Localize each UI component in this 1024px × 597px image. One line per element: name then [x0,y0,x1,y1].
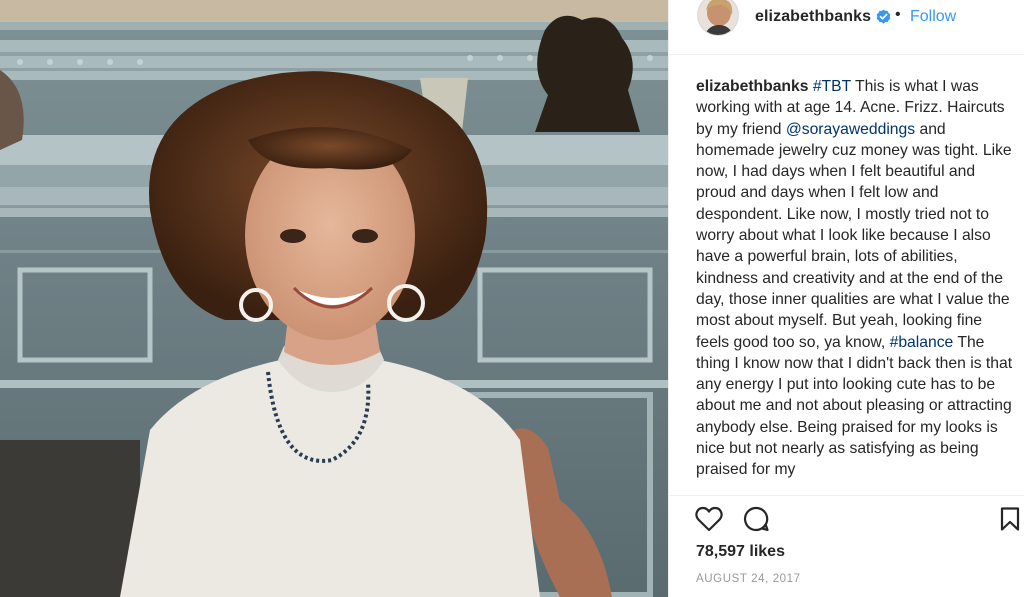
caption-segment-3: The thing I know now that I didn't back … [696,333,1013,479]
bookmark-icon[interactable] [999,507,1021,531]
caption-segment-2: and homemade jewelry cuz money was tight… [696,120,1012,351]
avatar[interactable] [697,0,739,36]
hashtag-balance-link[interactable]: #balance [890,334,954,351]
post-photo[interactable] [0,0,668,597]
photo-image [0,0,668,597]
caption-text: elizabethbanks #TBT This is what I was w… [696,76,1016,481]
caption-username[interactable]: elizabethbanks [696,78,808,95]
post-header: elizabethbanks • Follow [669,0,1024,36]
heart-icon[interactable] [695,506,723,532]
mention-link[interactable]: @sorayaweddings [786,121,915,138]
caption-container: elizabethbanks #TBT This is what I was w… [696,76,1016,494]
avatar-image [698,0,738,35]
hashtag-tbt-link[interactable]: #TBT [813,78,851,95]
divider [669,54,1024,55]
follow-button[interactable]: Follow [910,8,956,26]
post-date[interactable]: AUGUST 24, 2017 [696,573,801,585]
post-side-panel: elizabethbanks • Follow elizabethbanks #… [668,0,1024,597]
divider [669,495,1024,496]
username[interactable]: elizabethbanks [755,8,871,26]
verified-badge-icon [876,9,891,24]
comment-icon[interactable] [743,506,769,532]
separator-dot: • [895,6,901,23]
like-count[interactable]: 78,597 likes [696,543,785,561]
